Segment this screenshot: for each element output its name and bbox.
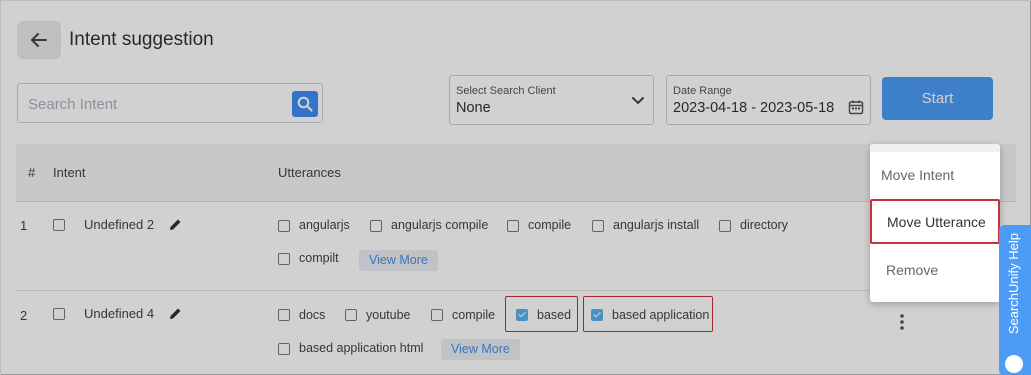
menu-item-label: Move Utterance bbox=[887, 214, 986, 230]
col-num-header: # bbox=[28, 165, 36, 180]
row-number: 1 bbox=[20, 218, 28, 233]
back-button[interactable] bbox=[17, 21, 61, 59]
help-smile-icon bbox=[1005, 355, 1023, 373]
arrow-left-icon bbox=[31, 33, 47, 47]
search-client-label: Select Search Client bbox=[456, 85, 556, 97]
utterance-label: compilt bbox=[299, 251, 339, 265]
utterance-checkbox[interactable] bbox=[278, 343, 290, 355]
start-button[interactable]: Start bbox=[882, 77, 993, 120]
intent-suggestion-page: Intent suggestion Select Search Client N… bbox=[0, 0, 1031, 375]
search-icon bbox=[297, 96, 313, 112]
row-number: 2 bbox=[20, 308, 28, 323]
menu-item-move-utterance[interactable]: Move Utterance bbox=[870, 199, 1000, 244]
utterance-checkbox[interactable] bbox=[278, 253, 290, 265]
utterance-label: youtube bbox=[366, 308, 411, 322]
view-more-button[interactable]: View More bbox=[359, 250, 438, 271]
calendar-icon[interactable] bbox=[848, 99, 864, 115]
search-button[interactable] bbox=[292, 91, 318, 117]
chevron-down-icon bbox=[632, 97, 644, 105]
menu-item-move-intent[interactable]: Move Intent bbox=[881, 167, 954, 183]
date-range-field[interactable]: Date Range 2023-04-18 - 2023-05-18 bbox=[666, 75, 871, 125]
utterance-checkbox[interactable] bbox=[370, 220, 382, 232]
table-row: 2 Undefined 4 docs youtube compile based… bbox=[16, 291, 1016, 375]
intent-name: Undefined 2 bbox=[84, 217, 155, 232]
highlighted-utterance: based bbox=[505, 296, 578, 332]
utterance-checkbox[interactable] bbox=[278, 220, 290, 232]
utterance-label: docs bbox=[299, 308, 326, 322]
utterance-label: based application html bbox=[299, 341, 424, 355]
utterance-label: angularjs compile bbox=[391, 218, 489, 232]
utterance-checkbox[interactable] bbox=[345, 309, 357, 321]
utterance-label: directory bbox=[740, 218, 788, 232]
menu-item-remove[interactable]: Remove bbox=[886, 262, 938, 278]
intent-name: Undefined 4 bbox=[84, 306, 155, 321]
help-tab-label: SearchUnify Help bbox=[1006, 233, 1021, 335]
utterance-checkbox-checked[interactable] bbox=[591, 309, 603, 321]
highlighted-utterance: based application bbox=[583, 296, 713, 332]
table-row: 1 Undefined 2 angularjs angularjs compil… bbox=[16, 202, 1016, 291]
date-range-label: Date Range bbox=[673, 85, 732, 97]
row-actions-menu: Move Intent Move Utterance Remove bbox=[870, 144, 1000, 302]
pencil-icon[interactable] bbox=[169, 307, 182, 320]
intent-checkbox[interactable] bbox=[53, 219, 65, 231]
page-title: Intent suggestion bbox=[69, 29, 214, 50]
col-intent-header: Intent bbox=[53, 165, 86, 180]
date-range-value: 2023-04-18 - 2023-05-18 bbox=[673, 100, 835, 116]
search-client-select[interactable]: Select Search Client None bbox=[449, 75, 654, 125]
utterance-checkbox[interactable] bbox=[431, 309, 443, 321]
utterance-checkbox[interactable] bbox=[278, 309, 290, 321]
utterance-label: based bbox=[537, 308, 572, 322]
help-tab[interactable]: SearchUnify Help bbox=[999, 225, 1031, 375]
utterance-checkbox[interactable] bbox=[507, 220, 519, 232]
table-header: # Intent Utterances bbox=[16, 144, 1016, 202]
more-options-icon[interactable] bbox=[897, 313, 907, 331]
col-utterances-header: Utterances bbox=[278, 165, 341, 180]
view-more-button[interactable]: View More bbox=[441, 339, 520, 360]
utterance-label: compile bbox=[452, 308, 496, 322]
utterance-label: based application bbox=[612, 308, 710, 322]
search-intent-box bbox=[17, 83, 323, 123]
utterance-label: compile bbox=[528, 218, 572, 232]
search-input[interactable] bbox=[28, 93, 278, 115]
utterance-label: angularjs bbox=[299, 218, 350, 232]
utterance-checkbox-checked[interactable] bbox=[516, 309, 528, 321]
utterance-checkbox[interactable] bbox=[592, 220, 604, 232]
utterance-label: angularjs install bbox=[613, 218, 700, 232]
intent-checkbox[interactable] bbox=[53, 308, 65, 320]
utterance-checkbox[interactable] bbox=[719, 220, 731, 232]
pencil-icon[interactable] bbox=[169, 218, 182, 231]
menu-header-strip bbox=[870, 144, 1000, 152]
search-client-value: None bbox=[456, 100, 491, 116]
